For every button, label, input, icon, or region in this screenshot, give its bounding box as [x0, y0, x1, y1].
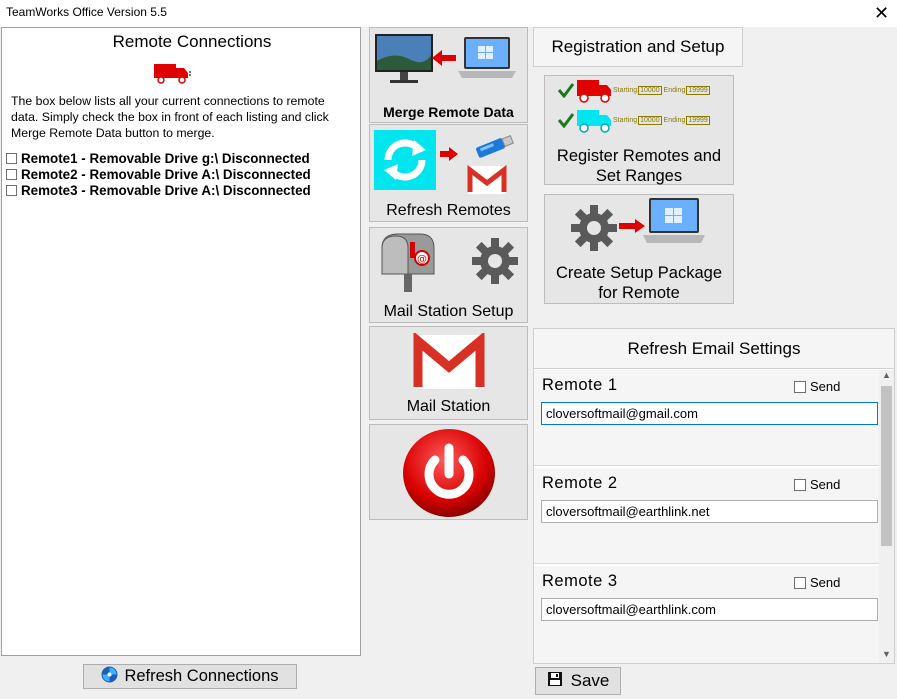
usb-drive-icon	[472, 133, 516, 164]
list-item[interactable]: Remote3 - Removable Drive A:\ Disconnect…	[6, 182, 358, 198]
gear-icon	[569, 203, 619, 258]
mailbox-icon: @	[376, 232, 436, 299]
floppy-disk-icon	[547, 671, 563, 692]
create-setup-package-label: Create Setup Package for Remote	[545, 263, 733, 303]
range-end-value: 19999	[686, 116, 710, 125]
svg-text:@: @	[417, 254, 427, 265]
arrow-left-icon	[432, 50, 456, 71]
range-end-label: Ending	[663, 117, 686, 124]
refresh-swirl-icon	[101, 666, 118, 688]
send-checkbox[interactable]: Send	[794, 575, 840, 590]
mail-station-setup-button[interactable]: @ Mail Station Setup	[369, 227, 528, 323]
send-label: Send	[810, 575, 841, 590]
refresh-remotes-label: Refresh Remotes	[386, 202, 511, 219]
instructions-text: The box below lists all your current con…	[11, 94, 329, 140]
register-remotes-label-line2: Set Ranges	[595, 167, 683, 185]
power-icon	[402, 428, 496, 523]
connection-label: Remote2 - Removable Drive A:\ Disconnect…	[21, 166, 311, 182]
create-setup-package-button[interactable]: Create Setup Package for Remote	[544, 194, 734, 304]
email-field[interactable]: cloversoftmail@gmail.com	[541, 402, 878, 425]
close-icon[interactable]: ✕	[866, 0, 897, 27]
merge-remote-data-label: Merge Remote Data	[383, 104, 514, 120]
truck-icon	[152, 60, 192, 91]
check-icon	[557, 112, 575, 133]
range-end-label: Ending	[663, 87, 686, 94]
create-setup-package-label-line2: for Remote	[598, 284, 680, 302]
laptop-icon	[456, 36, 518, 85]
send-checkbox-box[interactable]	[794, 478, 806, 491]
range-start-label: Starting	[613, 117, 638, 124]
remote-email-block: Remote 1 Send cloversoftmail@gmail.com	[534, 370, 879, 466]
remote-email-block: Remote 3 Send cloversoftmail@earthlink.c…	[534, 566, 879, 663]
red-truck-icon	[577, 78, 613, 109]
sync-icon	[374, 130, 436, 190]
remote-email-block: Remote 2 Send cloversoftmail@earthlink.n…	[534, 468, 879, 564]
gmail-icon	[467, 164, 507, 200]
scroll-thumb[interactable]	[881, 386, 892, 546]
connection-label: Remote1 - Removable Drive g:\ Disconnect…	[21, 150, 310, 166]
mail-station-setup-label: Mail Station Setup	[383, 303, 514, 320]
gmail-icon	[412, 331, 486, 396]
send-checkbox[interactable]: Send	[794, 477, 840, 492]
send-checkbox[interactable]: Send	[794, 379, 840, 394]
register-remotes-label-line1: Register Remotes and	[556, 147, 722, 165]
connection-checkbox[interactable]	[6, 168, 17, 180]
mail-station-label: Mail Station	[406, 398, 491, 415]
connection-checkbox[interactable]	[6, 184, 17, 196]
range-start-label: Starting	[613, 87, 638, 94]
scroll-down-icon[interactable]: ▼	[879, 649, 894, 663]
email-field[interactable]: cloversoftmail@earthlink.net	[541, 500, 878, 523]
arrow-right-icon	[440, 147, 458, 166]
range-start-value: 10000	[638, 116, 662, 125]
laptop-icon	[643, 197, 705, 250]
email-field[interactable]: cloversoftmail@earthlink.com	[541, 598, 878, 621]
refresh-connections-button[interactable]: Refresh Connections	[83, 664, 297, 689]
send-checkbox-box[interactable]	[794, 380, 806, 393]
register-remotes-label: Register Remotes and Set Ranges	[545, 146, 733, 186]
remote-connections-panel: Remote Connections The box below lists a…	[1, 27, 361, 656]
register-remotes-button[interactable]: Starting 10000 Ending 19999 Starting 10000 …	[544, 75, 734, 185]
cyan-truck-icon	[577, 108, 613, 139]
save-label: Save	[570, 671, 610, 690]
power-exit-button[interactable]	[369, 424, 528, 520]
connection-checkbox[interactable]	[6, 152, 17, 164]
registration-setup-heading: Registration and Setup	[533, 27, 743, 67]
window-title: TeamWorks Office Version 5.5	[6, 5, 167, 19]
remote-name: Remote 1	[542, 376, 618, 394]
range-start-value: 10000	[638, 86, 662, 95]
scroll-up-icon[interactable]: ▲	[879, 370, 894, 384]
send-checkbox-box[interactable]	[794, 576, 806, 589]
refresh-remotes-button[interactable]: Refresh Remotes	[369, 124, 528, 222]
range-display: Starting 10000 Ending 19999	[613, 86, 710, 95]
range-display: Starting 10000 Ending 19999	[613, 116, 710, 125]
list-item[interactable]: Remote2 - Removable Drive A:\ Disconnect…	[6, 166, 358, 182]
remote-name: Remote 3	[542, 572, 618, 590]
refresh-connections-label: Refresh Connections	[124, 667, 279, 685]
remote-name: Remote 2	[542, 474, 618, 492]
create-setup-package-label-line1: Create Setup Package	[555, 264, 723, 282]
vertical-scrollbar[interactable]: ▲ ▼	[879, 370, 894, 663]
check-icon	[557, 82, 575, 103]
remote-connections-heading: Remote Connections	[112, 32, 272, 51]
connection-label: Remote3 - Removable Drive A:\ Disconnect…	[21, 182, 311, 198]
connections-list: Remote1 - Removable Drive g:\ Disconnect…	[6, 150, 358, 198]
save-button[interactable]: Save	[535, 667, 621, 695]
desktop-monitor-icon	[374, 33, 434, 90]
send-label: Send	[810, 477, 841, 492]
email-settings-panel: Refresh Email Settings Remote 1 Send clo…	[533, 328, 895, 664]
arrow-right-icon	[619, 219, 645, 238]
title-bar: TeamWorks Office Version 5.5 ✕	[0, 0, 897, 27]
send-label: Send	[810, 379, 841, 394]
range-end-value: 19999	[686, 86, 710, 95]
mail-station-button[interactable]: Mail Station	[369, 326, 528, 420]
gear-icon	[470, 236, 520, 291]
refresh-email-settings-heading: Refresh Email Settings	[534, 329, 894, 369]
list-item[interactable]: Remote1 - Removable Drive g:\ Disconnect…	[6, 150, 358, 166]
merge-remote-data-button[interactable]: Merge Remote Data	[369, 27, 528, 123]
